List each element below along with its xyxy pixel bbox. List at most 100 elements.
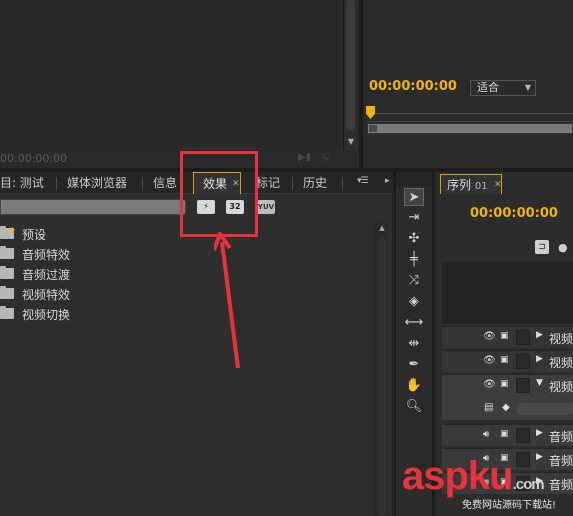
watermark-tagline: 免费网站源码下载站!: [462, 500, 557, 511]
zoom-tool-icon[interactable]: 🔍︎: [404, 398, 424, 416]
scroll-down-icon[interactable]: ▼: [345, 136, 357, 148]
rolling-edit-tool-icon[interactable]: ╪: [404, 251, 424, 269]
annotation-highlight-box: [180, 151, 258, 237]
tab-info[interactable]: 信息: [153, 172, 177, 194]
sequence-tab-number: 01: [474, 181, 488, 192]
track-select-tool-icon[interactable]: ⇥: [404, 209, 424, 227]
eye-icon[interactable]: 👁︎: [483, 355, 497, 367]
tab-media-browser[interactable]: 媒体浏览器: [67, 172, 127, 194]
folder-label: 视频切换: [22, 308, 71, 322]
pen-tool-icon[interactable]: ✒: [404, 356, 424, 374]
star-icon: ★: [8, 226, 17, 236]
marker-icon[interactable]: ●: [558, 241, 570, 254]
panel-menu-icon[interactable]: ▾☰: [357, 176, 377, 188]
sequence-time-ruler[interactable]: [442, 262, 573, 324]
keyframe-navigator[interactable]: [516, 403, 573, 415]
film-icon[interactable]: ▣: [500, 379, 512, 391]
track-name: 视频: [549, 332, 573, 346]
snap-icon[interactable]: ⊐: [535, 240, 549, 254]
expand-triangle-icon[interactable]: ▶: [536, 354, 543, 364]
watermark-brand: aspku: [402, 454, 514, 498]
folder-icon: ★: [0, 226, 17, 239]
insert-icon[interactable]: ▶▮: [298, 152, 312, 163]
fit-dropdown[interactable]: 适合 ▼: [470, 80, 536, 96]
rate-stretch-tool-icon[interactable]: ⤨: [404, 272, 424, 290]
tab-separator: [142, 177, 143, 190]
film-icon[interactable]: ▣: [500, 331, 512, 343]
track-name: 音频: [549, 478, 573, 492]
expand-triangle-icon[interactable]: ▶: [536, 428, 543, 438]
folder-label: 预设: [22, 228, 47, 242]
folder-label: 音频特效: [22, 248, 71, 262]
track-name: 视频: [549, 380, 573, 394]
keyframe-icon[interactable]: ◆: [502, 402, 510, 413]
eye-icon[interactable]: 👁︎: [483, 331, 497, 343]
list-item[interactable]: 视频特效: [0, 284, 372, 304]
panel-expand-icon[interactable]: ▸: [385, 176, 391, 188]
ripple-edit-tool-icon[interactable]: ✣: [404, 230, 424, 248]
track-name: 视频: [549, 356, 573, 370]
list-item[interactable]: 音频过渡: [0, 264, 372, 284]
scrollbar-thumb[interactable]: [378, 238, 386, 516]
sequence-timecode[interactable]: 00:00:00:00: [470, 206, 558, 221]
chevron-down-icon: ▼: [524, 83, 531, 92]
tab-separator: [56, 177, 57, 190]
slip-tool-icon[interactable]: ⟷: [404, 314, 424, 332]
track-name: 音频: [549, 454, 573, 468]
film-icon[interactable]: ▣: [500, 355, 512, 367]
eye-icon[interactable]: 👁︎: [483, 379, 497, 391]
fit-dropdown-label: 适合: [477, 81, 499, 94]
program-time-ruler[interactable]: [367, 108, 573, 122]
collapse-triangle-icon[interactable]: ▼: [536, 378, 543, 388]
razor-tool-icon[interactable]: ◈: [404, 293, 424, 311]
folder-icon: [0, 306, 14, 319]
list-item[interactable]: 音频特效: [0, 244, 372, 264]
hand-tool-icon[interactable]: ✋: [404, 377, 424, 395]
tools-panel-header: [396, 172, 432, 186]
speaker-icon[interactable]: 🔊︎: [483, 429, 497, 441]
track-lock-toggle[interactable]: [516, 428, 530, 443]
list-item[interactable]: 视频切换: [0, 304, 372, 324]
scroll-up-icon[interactable]: ▲: [377, 224, 387, 234]
folder-label: 音频过渡: [22, 268, 71, 282]
yuv-effects-button[interactable]: YUV: [257, 200, 275, 214]
source-scrollbar[interactable]: ▼: [343, 0, 357, 150]
tab-sequence[interactable]: 序列 01 ✕: [440, 174, 502, 194]
folder-icon: [0, 266, 14, 279]
slide-tool-icon[interactable]: ⇹: [404, 335, 424, 353]
effects-folder-list: ★ 预设 音频特效 音频过渡 视频特效 视频切换: [0, 222, 372, 516]
scrollbar-grip[interactable]: [369, 125, 377, 132]
tab-separator: [292, 177, 293, 190]
timeline-track[interactable]: 👁︎ ▣ ▶ 视频: [442, 350, 573, 372]
track-lock-toggle[interactable]: [516, 354, 530, 369]
source-monitor: [0, 0, 359, 170]
close-icon[interactable]: ✕: [494, 175, 502, 195]
effects-scrollbar[interactable]: ▲: [374, 222, 388, 516]
tab-markers[interactable]: 标记: [256, 172, 280, 194]
program-timecode[interactable]: 00:00:00:00: [369, 79, 457, 94]
timeline-track[interactable]: 🔊︎ ▣ ▶ 音频: [442, 424, 573, 446]
source-viewer[interactable]: [0, 0, 340, 146]
track-lock-toggle[interactable]: [516, 330, 530, 345]
effects-search-input[interactable]: [0, 199, 186, 215]
expand-triangle-icon[interactable]: ▶: [536, 330, 543, 340]
export-frame-icon[interactable]: ⎘: [322, 152, 338, 165]
source-timecode[interactable]: 00:00:00:00: [0, 152, 67, 165]
folder-icon: [0, 246, 14, 259]
timeline-track[interactable]: 👁︎ ▣ ▼ 视频 ▤ ◆: [442, 374, 573, 420]
watermark-tld: .com: [512, 476, 545, 493]
tab-project[interactable]: 目: 测试: [0, 172, 44, 194]
sequence-tab-label: 序列: [447, 178, 472, 192]
film-icon[interactable]: ▣: [500, 429, 512, 441]
folder-label: 视频特效: [22, 288, 71, 302]
scrollbar-thumb[interactable]: [346, 0, 355, 130]
tab-separator: [342, 177, 343, 190]
program-zoom-scrollbar[interactable]: [367, 123, 573, 134]
tab-history[interactable]: 历史: [303, 172, 327, 194]
timeline-track[interactable]: 👁︎ ▣ ▶ 视频: [442, 326, 573, 348]
track-lock-toggle[interactable]: [516, 378, 530, 393]
display-style-icon[interactable]: ▤: [484, 402, 493, 413]
folder-icon: [0, 286, 14, 299]
selection-tool-icon[interactable]: ➤: [404, 188, 424, 206]
annotation-arrow-icon: [214, 232, 240, 369]
